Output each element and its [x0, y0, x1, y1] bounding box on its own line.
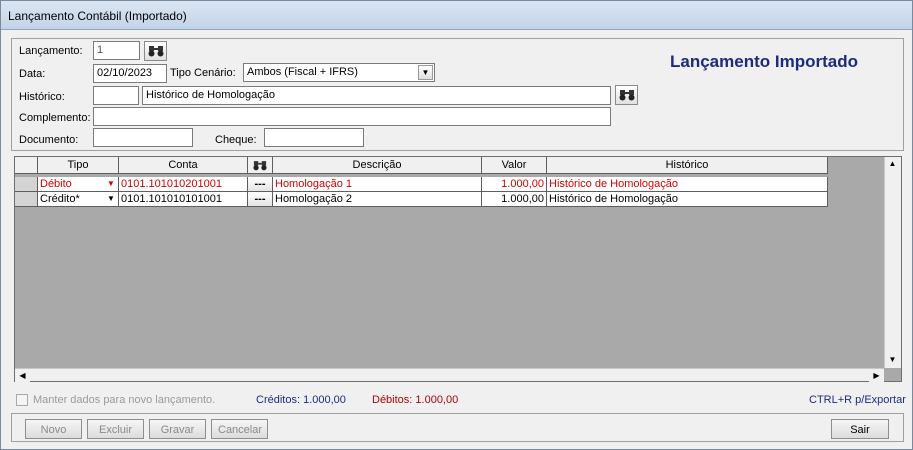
title-bar: Lançamento Contábil (Importado): [1, 1, 912, 30]
documento-label: Documento:: [19, 134, 79, 146]
debitos-total: Débitos: 1.000,00: [372, 394, 459, 406]
cancelar-button[interactable]: Cancelar: [211, 419, 268, 439]
vertical-scrollbar[interactable]: ▲ ▼: [884, 157, 901, 368]
table-row[interactable]: Débito ▼ 0101.101010201001 --- Homologaç…: [15, 177, 828, 192]
cell-tipo[interactable]: Débito ▼: [38, 177, 119, 192]
row-indicator[interactable]: [15, 177, 38, 192]
creditos-total: Créditos: 1.000,00: [256, 394, 346, 406]
cheque-input[interactable]: [264, 128, 364, 147]
column-lookup[interactable]: [248, 157, 273, 174]
column-historico[interactable]: Histórico: [547, 157, 828, 174]
chevron-down-icon[interactable]: ▼: [104, 192, 118, 206]
horizontal-scrollbar[interactable]: ◀ ▶: [15, 368, 884, 382]
sair-button[interactable]: Sair: [831, 419, 889, 439]
lookup-button[interactable]: ---: [248, 192, 273, 207]
export-shortcut-hint: CTRL+R p/Exportar: [809, 394, 906, 406]
lancamento-label: Lançamento:: [19, 45, 83, 57]
lancamento-input[interactable]: 1: [93, 41, 140, 60]
novo-button[interactable]: Novo: [25, 419, 82, 439]
chevron-down-icon[interactable]: ▼: [418, 65, 433, 80]
main-window: Lançamento Contábil (Importado) Lançamen…: [0, 0, 913, 450]
cell-historico[interactable]: Histórico de Homologação: [547, 192, 828, 207]
cheque-label: Cheque:: [215, 134, 257, 146]
scroll-up-icon[interactable]: ▲: [885, 157, 900, 170]
column-tipo[interactable]: Tipo: [38, 157, 119, 174]
column-descricao[interactable]: Descrição: [273, 157, 482, 174]
page-heading: Lançamento Importado: [670, 52, 858, 71]
tipo-cenario-value: Ambos (Fiscal + IFRS): [247, 66, 358, 78]
gravar-button[interactable]: Gravar: [149, 419, 206, 439]
excluir-button[interactable]: Excluir: [87, 419, 144, 439]
cell-conta[interactable]: 0101.101010101001: [119, 192, 248, 207]
lookup-button[interactable]: ---: [248, 177, 273, 192]
row-indicator-header: [15, 157, 38, 174]
window-title: Lançamento Contábil (Importado): [8, 9, 187, 23]
column-conta[interactable]: Conta: [119, 157, 248, 174]
cell-tipo-value: Crédito*: [40, 193, 80, 205]
historico-search-button[interactable]: [615, 85, 638, 105]
cell-historico[interactable]: Histórico de Homologação: [547, 177, 828, 192]
cell-tipo-value: Débito: [40, 178, 72, 190]
tipo-cenario-label: Tipo Cenário:: [170, 67, 236, 79]
chevron-down-icon[interactable]: ▼: [104, 177, 118, 191]
cell-conta[interactable]: 0101.101010201001: [119, 177, 248, 192]
historico-label: Histórico:: [19, 91, 65, 103]
data-input[interactable]: 02/10/2023: [93, 64, 167, 83]
cell-descricao[interactable]: Homologação 1: [273, 177, 482, 192]
cell-descricao[interactable]: Homologação 2: [273, 192, 482, 207]
binoculars-icon: [253, 161, 267, 171]
scroll-right-icon[interactable]: ▶: [869, 369, 884, 382]
historico-input[interactable]: Histórico de Homologação: [142, 86, 611, 105]
tipo-cenario-select[interactable]: Ambos (Fiscal + IFRS) ▼: [243, 63, 435, 82]
data-label: Data:: [19, 68, 46, 80]
grid-header: Tipo Conta Descrição Valor Histórico: [15, 157, 828, 174]
cell-valor[interactable]: 1.000,00: [482, 177, 547, 192]
historico-code-input[interactable]: [93, 86, 139, 105]
documento-input[interactable]: [93, 128, 193, 147]
button-bar: [11, 414, 904, 442]
keep-data-checkbox[interactable]: [16, 394, 28, 406]
table-row[interactable]: Crédito* ▼ 0101.101010101001 --- Homolog…: [15, 192, 828, 207]
keep-data-label: Manter dados para novo lançamento.: [33, 394, 216, 406]
complemento-label: Complemento:: [19, 112, 91, 124]
row-indicator[interactable]: [15, 192, 38, 207]
lancamento-search-button[interactable]: [144, 41, 167, 61]
scroll-down-icon[interactable]: ▼: [885, 353, 900, 366]
entries-grid: Tipo Conta Descrição Valor Histórico Déb…: [14, 156, 902, 382]
scroll-left-icon[interactable]: ◀: [15, 369, 30, 382]
binoculars-icon: [148, 46, 163, 57]
column-valor[interactable]: Valor: [482, 157, 547, 174]
cell-tipo[interactable]: Crédito* ▼: [38, 192, 119, 207]
binoculars-icon: [619, 90, 634, 101]
complemento-input[interactable]: [93, 107, 611, 126]
cell-valor[interactable]: 1.000,00: [482, 192, 547, 207]
